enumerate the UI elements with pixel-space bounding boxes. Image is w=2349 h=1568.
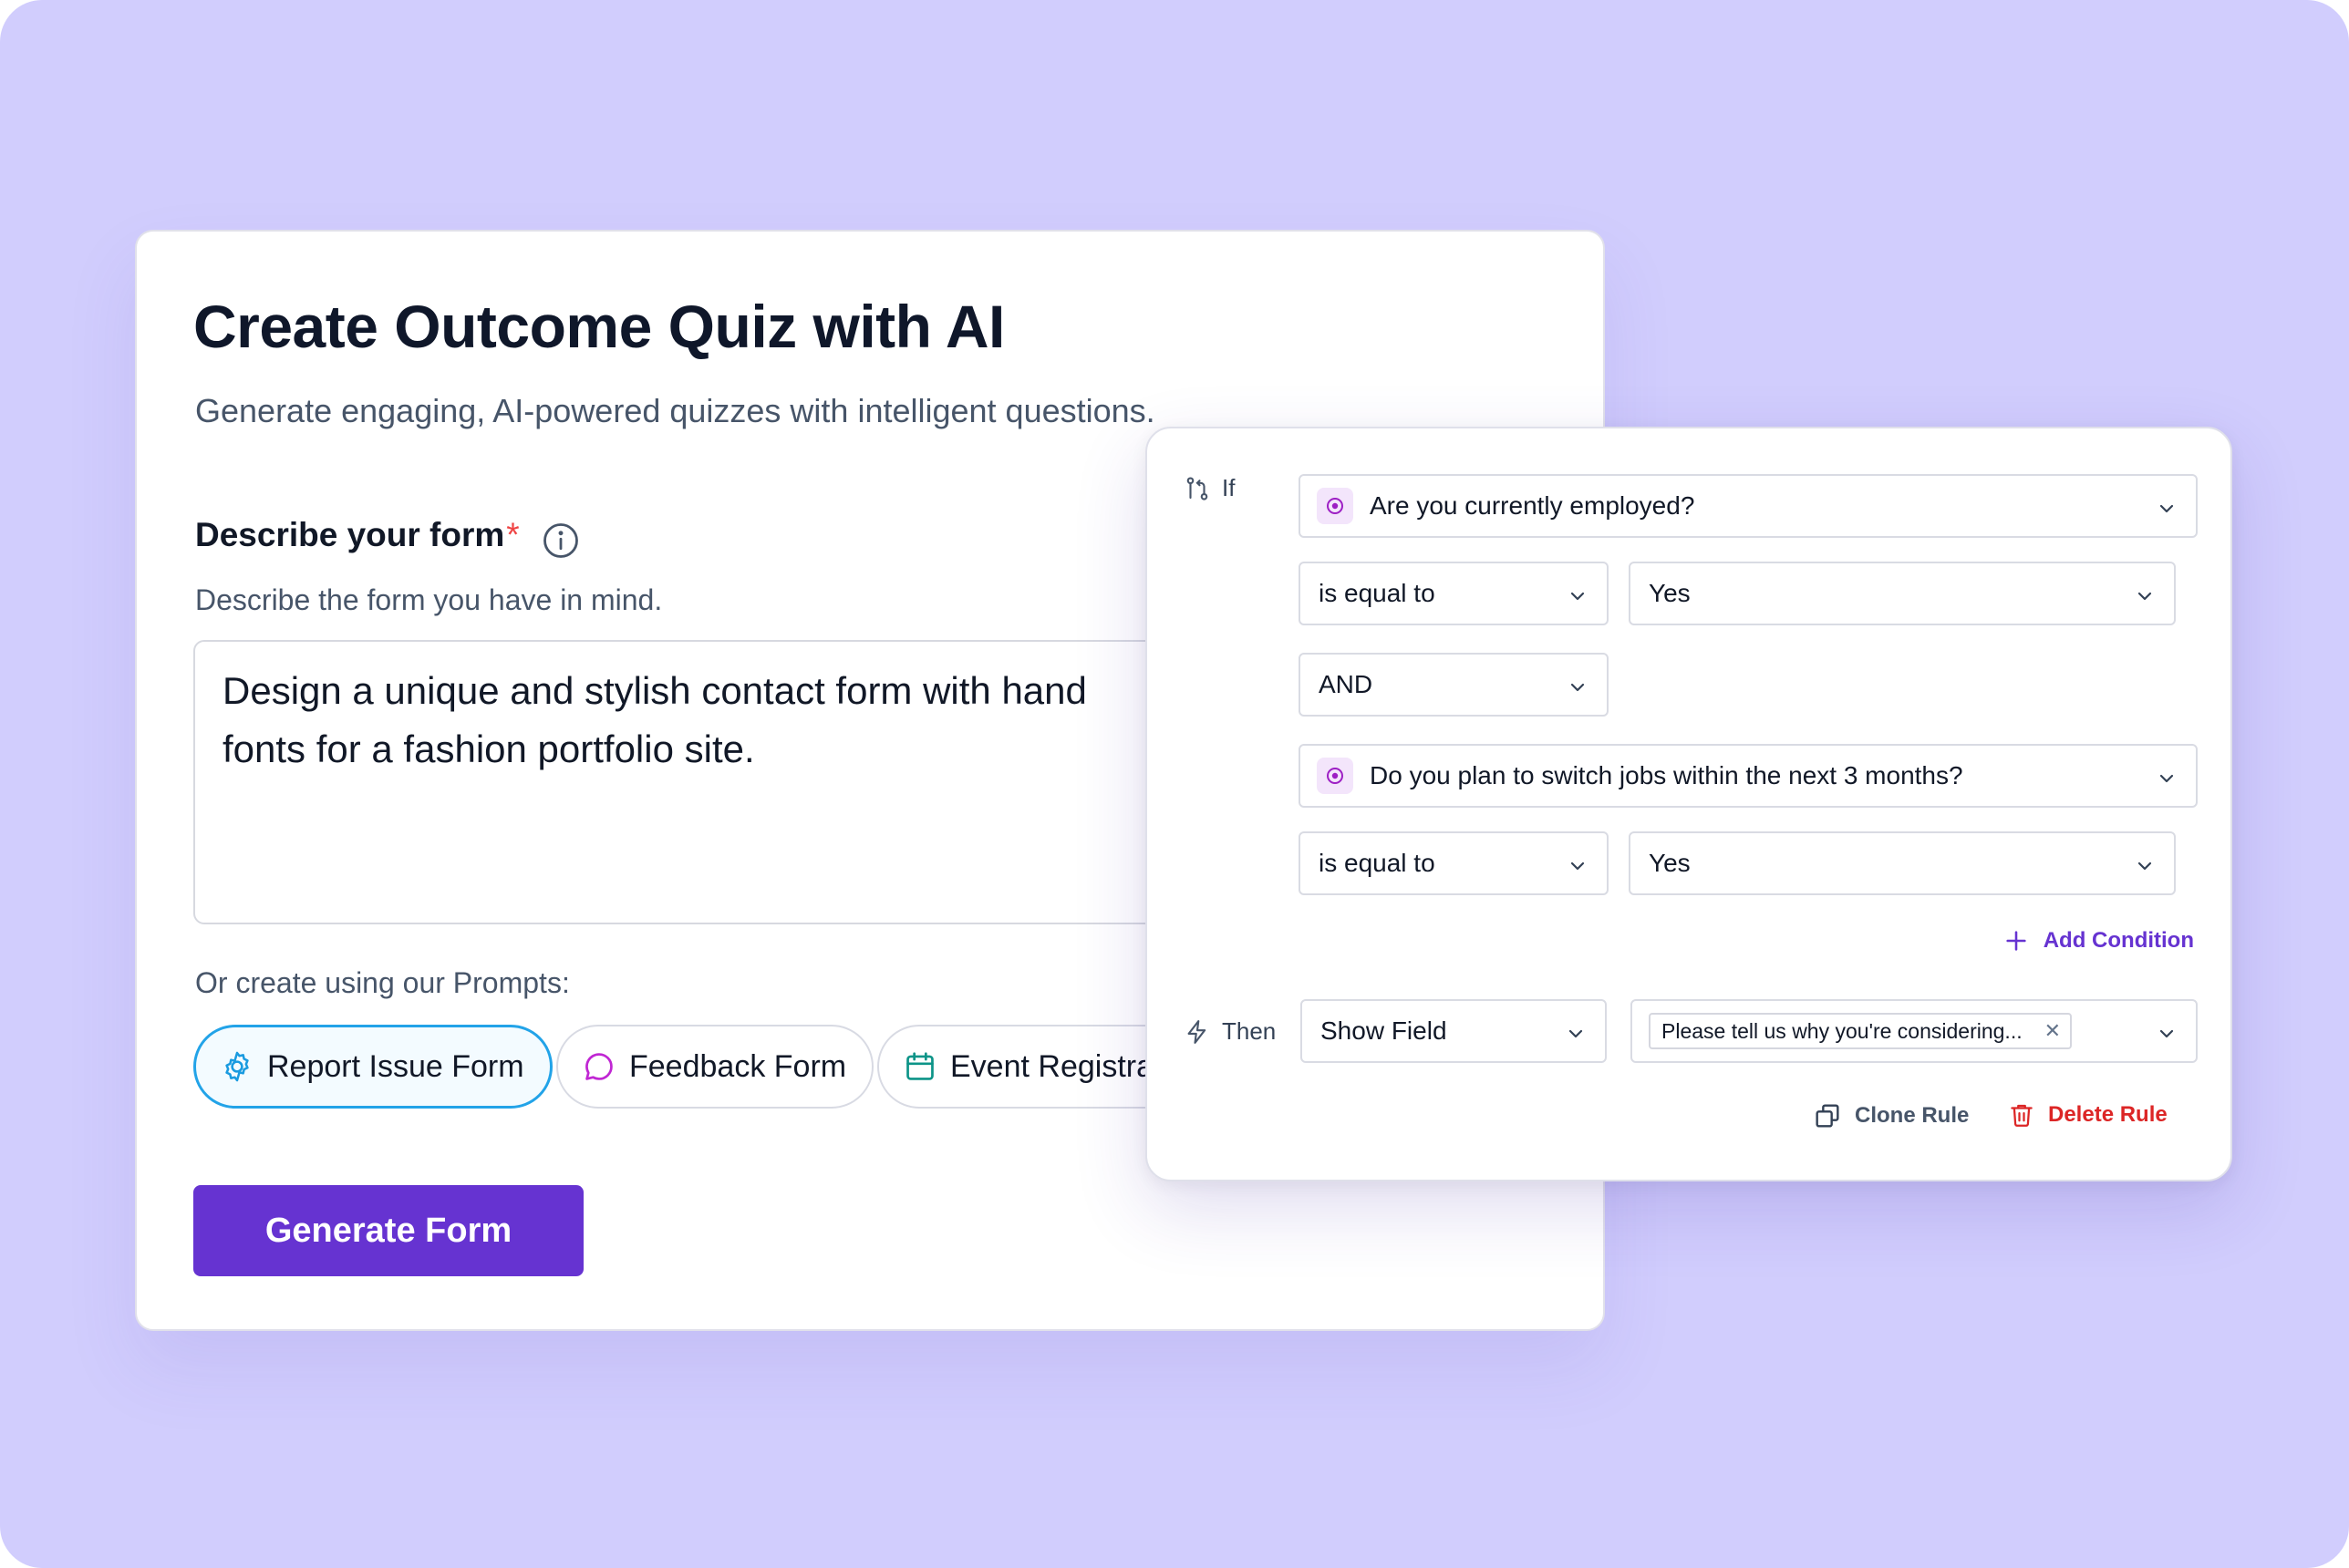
required-asterisk: * (506, 516, 520, 553)
prompt-chip-report-issue[interactable]: Report Issue Form (193, 1025, 553, 1109)
chevron-down-icon (1570, 683, 1585, 692)
radio-question-icon (1317, 488, 1353, 524)
condition2-operator-value: is equal to (1319, 849, 1435, 877)
action-value: Show Field (1320, 1016, 1447, 1045)
condition2-question-select[interactable]: Do you plan to switch jobs within the ne… (1299, 744, 2198, 808)
remove-tag-icon[interactable]: ✕ (2044, 1019, 2061, 1043)
action-select[interactable]: Show Field (1300, 999, 1607, 1063)
branch-icon (1186, 476, 1208, 500)
describe-form-label-text: Describe your form (195, 516, 505, 553)
prompts-label: Or create using our Prompts: (195, 966, 570, 999)
condition1-question-select[interactable]: Are you currently employed? (1299, 474, 2198, 538)
condition2-value: Yes (1649, 849, 1691, 877)
condition2-operator-select[interactable]: is equal to (1299, 831, 1609, 895)
clone-rule-label: Clone Rule (1855, 1103, 1970, 1128)
condition1-value-select[interactable]: Yes (1629, 562, 2176, 625)
prompt-chip-event-registration[interactable]: Event Registrat (877, 1025, 1190, 1109)
chat-bubble-icon (585, 1053, 613, 1080)
radio-question-icon (1317, 758, 1353, 794)
prompt-chip-label: Feedback Form (629, 1048, 847, 1084)
add-condition-label: Add Condition (2043, 928, 2194, 953)
chevron-down-icon (1570, 861, 1585, 871)
add-condition-button[interactable]: Add Condition (2003, 928, 2194, 954)
prompt-chip-feedback[interactable]: Feedback Form (556, 1025, 874, 1109)
describe-form-label: Describe your form * (195, 516, 520, 554)
target-field-tag-label: Please tell us why you're considering... (1661, 1018, 2023, 1043)
chevron-down-icon (1568, 1029, 1583, 1038)
prompt-chip-label: Event Registrat (950, 1048, 1163, 1084)
if-label-text: If (1222, 474, 1236, 501)
prompt-chip-label: Report Issue Form (267, 1048, 524, 1084)
if-label: If (1184, 474, 1235, 502)
condition1-operator-value: is equal to (1319, 579, 1435, 607)
connector-value: AND (1319, 670, 1373, 698)
describe-form-help: Describe the form you have in mind. (195, 583, 663, 616)
delete-rule-button[interactable]: Delete Rule (2008, 1101, 2168, 1129)
target-field-tag: Please tell us why you're considering...… (1649, 1013, 2073, 1049)
clone-rule-button[interactable]: Clone Rule (1813, 1101, 1969, 1130)
logic-rule-card: If Are you currently employed? is equal … (1145, 427, 2232, 1181)
condition2-value-select[interactable]: Yes (1629, 831, 2176, 895)
description-textarea[interactable]: Design a unique and stylish contact form… (193, 640, 1288, 924)
condition1-question-value: Are you currently employed? (1370, 491, 1695, 520)
then-label: Then (1184, 1017, 1276, 1046)
lightning-icon (1187, 1019, 1206, 1044)
generate-form-button[interactable]: Generate Form (193, 1185, 584, 1276)
page-background: Create Outcome Quiz with AI Generate eng… (0, 0, 2349, 1568)
delete-rule-label: Delete Rule (2048, 1102, 2168, 1127)
page-title: Create Outcome Quiz with AI (193, 293, 1005, 360)
trash-icon (2011, 1104, 2033, 1127)
calendar-icon (906, 1052, 934, 1080)
info-icon[interactable] (542, 521, 580, 560)
page-subtitle: Generate engaging, AI-powered quizzes wi… (195, 392, 1155, 429)
plus-icon (2006, 931, 2026, 951)
target-field-select[interactable]: Please tell us why you're considering...… (1630, 999, 2198, 1063)
chevron-down-icon (2159, 1029, 2174, 1038)
condition1-value: Yes (1649, 579, 1691, 607)
chevron-down-icon (2137, 592, 2152, 601)
chevron-down-icon (2137, 861, 2152, 871)
connector-select[interactable]: AND (1299, 653, 1609, 717)
gear-icon (225, 1051, 249, 1082)
condition2-question-value: Do you plan to switch jobs within the ne… (1370, 761, 1963, 789)
chevron-down-icon (2159, 774, 2174, 783)
condition1-operator-select[interactable]: is equal to (1299, 562, 1609, 625)
then-label-text: Then (1222, 1017, 1277, 1045)
copy-icon (1816, 1104, 1839, 1128)
chevron-down-icon (1570, 592, 1585, 601)
chevron-down-icon (2159, 504, 2174, 513)
